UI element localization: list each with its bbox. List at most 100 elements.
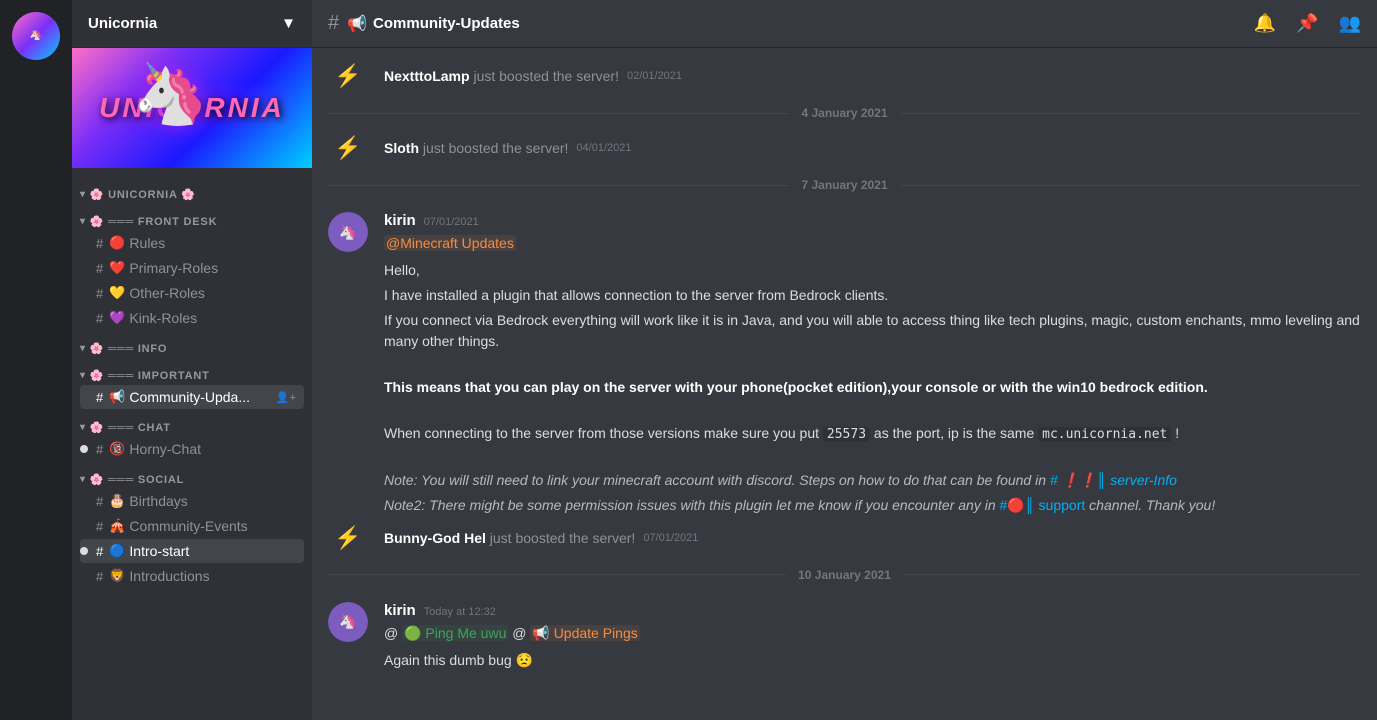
channel-hashtag-icon: # [96, 286, 103, 301]
category-chat[interactable]: ▾ 🌸 ═══ CHAT [72, 417, 312, 436]
channel-hashtag-icon: # [96, 311, 103, 326]
channel-title: Community-Updates [373, 15, 520, 32]
boost-timestamp: 02/01/2021 [627, 70, 682, 82]
channel-hashtag-icon: # [96, 442, 103, 457]
channel-hashtag-icon: # [96, 544, 103, 559]
category-label: 🌸 ═══ SOCIAL [90, 473, 184, 486]
channel-name: Community-Upda... [129, 389, 250, 405]
channel-item-other-roles[interactable]: # 💛 Other-Roles [80, 281, 304, 305]
channel-emoji: 🔴 [109, 235, 125, 251]
channel-item-rules[interactable]: # 🔴 Rules [80, 231, 304, 255]
message-timestamp: 07/01/2021 [424, 216, 479, 228]
message-group-2: 🦄 kirin Today at 12:32 @ 🟢 Ping Me uwu @… [312, 598, 1377, 679]
ping-mention[interactable]: 🟢 Ping Me uwu [402, 625, 508, 641]
message-paragraph: When connecting to the server from those… [384, 423, 1361, 445]
message-paragraph-italic: Note2: There might be some permission is… [384, 495, 1361, 516]
at-symbol: @ [384, 625, 402, 641]
code-ip: mc.unicornia.net [1038, 427, 1171, 442]
category-arrow: ▾ [80, 189, 86, 200]
boost-message: ⚡ Sloth just boosted the server! 04/01/2… [312, 136, 1377, 160]
channel-emoji: 🦁 [109, 568, 125, 584]
boost-message-3: ⚡ Bunny-God Hel just boosted the server!… [312, 526, 1377, 550]
channel-item-birthdays[interactable]: # 🎂 Birthdays [80, 489, 304, 513]
message-paragraph: Hello, [384, 260, 1361, 281]
messages-area[interactable]: ⚡ NextttoLamp just boosted the server! 0… [312, 48, 1377, 720]
date-divider-3: 10 January 2021 [312, 552, 1377, 598]
channel-name: Horny-Chat [129, 441, 201, 457]
channel-header: # 📢 Community-Updates 🔔 📌 👥 [312, 0, 1377, 48]
message-group: 🦄 kirin 07/01/2021 @Minecraft Updates He… [312, 208, 1377, 524]
category-arrow: ▾ [80, 474, 86, 485]
code-port: 25573 [823, 427, 870, 442]
message-text-2: Again this dumb bug 😟 [384, 650, 1361, 671]
bell-icon[interactable]: 🔔 [1254, 13, 1276, 34]
role-mention[interactable]: @Minecraft Updates [384, 235, 516, 251]
channel-name: Rules [129, 235, 165, 251]
channel-item-horny-chat[interactable]: # 🔞 Horny-Chat [80, 437, 304, 461]
channel-hash-icon: # [328, 12, 339, 35]
boost-text: just boosted the server! [423, 140, 569, 156]
sidebar: Unicornia ▼ 🦄 UNICORNIA ▾ 🌸 UNICORNIA 🌸 … [72, 0, 312, 720]
channel-name: Kink-Roles [129, 310, 197, 326]
avatar-fallback-2: 🦄 [339, 613, 356, 630]
message-content: @Minecraft Updates Hello, I have install… [384, 233, 1361, 516]
message-paragraph-bold: This means that you can play on the serv… [384, 377, 1361, 398]
unread-indicator [80, 445, 88, 453]
unread-indicator [80, 547, 88, 555]
category-front-desk[interactable]: ▾ 🌸 ═══ FRONT DESK [72, 211, 312, 230]
channel-item-community-events[interactable]: # 🎪 Community-Events [80, 514, 304, 538]
channel-item-introductions[interactable]: # 🦁 Introductions [80, 564, 304, 588]
channel-emoji: 💛 [109, 285, 125, 301]
category-label: 🌸 ═══ INFO [90, 342, 167, 355]
add-member-icon[interactable]: 👤+ [276, 391, 296, 404]
channel-name: Birthdays [129, 493, 187, 509]
boost-icon: ⚡ [328, 518, 368, 558]
category-important[interactable]: ▾ 🌸 ═══ IMPORTANT [72, 365, 312, 384]
channel-item-kink-roles[interactable]: # 💜 Kink-Roles [80, 306, 304, 330]
channel-name: Community-Events [129, 518, 247, 534]
avatar: 🦄 [328, 212, 368, 252]
date-divider-2: 7 January 2021 [312, 162, 1377, 208]
main-content: # 📢 Community-Updates 🔔 📌 👥 ⚡ NextttoLam… [312, 0, 1377, 720]
message-paragraph-italic: Note: You will still need to link your m… [384, 470, 1361, 491]
boost-timestamp: 07/01/2021 [643, 532, 698, 544]
channel-item-community-updates[interactable]: # 📢 Community-Upda... 👤+ [80, 385, 304, 409]
channel-hashtag-icon: # [96, 519, 103, 534]
message-header: kirin 07/01/2021 [384, 212, 1361, 229]
server-icon[interactable]: 🦄 [12, 12, 60, 60]
pin-icon[interactable]: 📌 [1296, 13, 1318, 34]
date-divider: 4 January 2021 [312, 90, 1377, 136]
channel-hashtag-icon: # [96, 390, 103, 405]
message-timestamp-2: Today at 12:32 [424, 606, 496, 618]
category-unicornia[interactable]: ▾ 🌸 UNICORNIA 🌸 [72, 184, 312, 203]
channel-item-primary-roles[interactable]: # ❤️ Primary-Roles [80, 256, 304, 280]
message-avatar-2: 🦄 [328, 602, 368, 642]
update-mention[interactable]: 📢 Update Pings [530, 625, 639, 641]
category-label: 🌸 ═══ CHAT [90, 421, 171, 434]
server-dropdown-icon: ▼ [281, 15, 296, 32]
support-link[interactable]: #🔴║ support [1000, 497, 1086, 513]
channel-hashtag-icon: # [96, 569, 103, 584]
channel-emoji: 🎂 [109, 493, 125, 509]
category-arrow: ▾ [80, 422, 86, 433]
boost-icon: ⚡ [328, 128, 368, 168]
category-label: 🌸 ═══ IMPORTANT [90, 369, 210, 382]
channel-hashtag-icon: # [96, 261, 103, 276]
date-label: 10 January 2021 [786, 568, 903, 582]
category-arrow: ▾ [80, 216, 86, 227]
message-author-2[interactable]: kirin [384, 602, 416, 619]
message-author[interactable]: kirin [384, 212, 416, 229]
server-header[interactable]: Unicornia ▼ [72, 0, 312, 48]
channel-emoji: 💜 [109, 310, 125, 326]
channel-item-intro-start[interactable]: # 🔵 Intro-start [80, 539, 304, 563]
category-info[interactable]: ▾ 🌸 ═══ INFO [72, 338, 312, 357]
members-icon[interactable]: 👥 [1339, 13, 1361, 34]
channel-emoji: 🔞 [109, 441, 125, 457]
booster-name: Sloth [384, 140, 419, 156]
boost-text: just boosted the server! [473, 68, 619, 84]
category-label: 🌸 ═══ FRONT DESK [90, 215, 218, 228]
category-social[interactable]: ▾ 🌸 ═══ SOCIAL [72, 469, 312, 488]
server-info-link[interactable]: # ❗❗║ server-Info [1050, 472, 1177, 488]
channel-emoji: 🎪 [109, 518, 125, 534]
boost-icon: ⚡ [328, 56, 368, 96]
